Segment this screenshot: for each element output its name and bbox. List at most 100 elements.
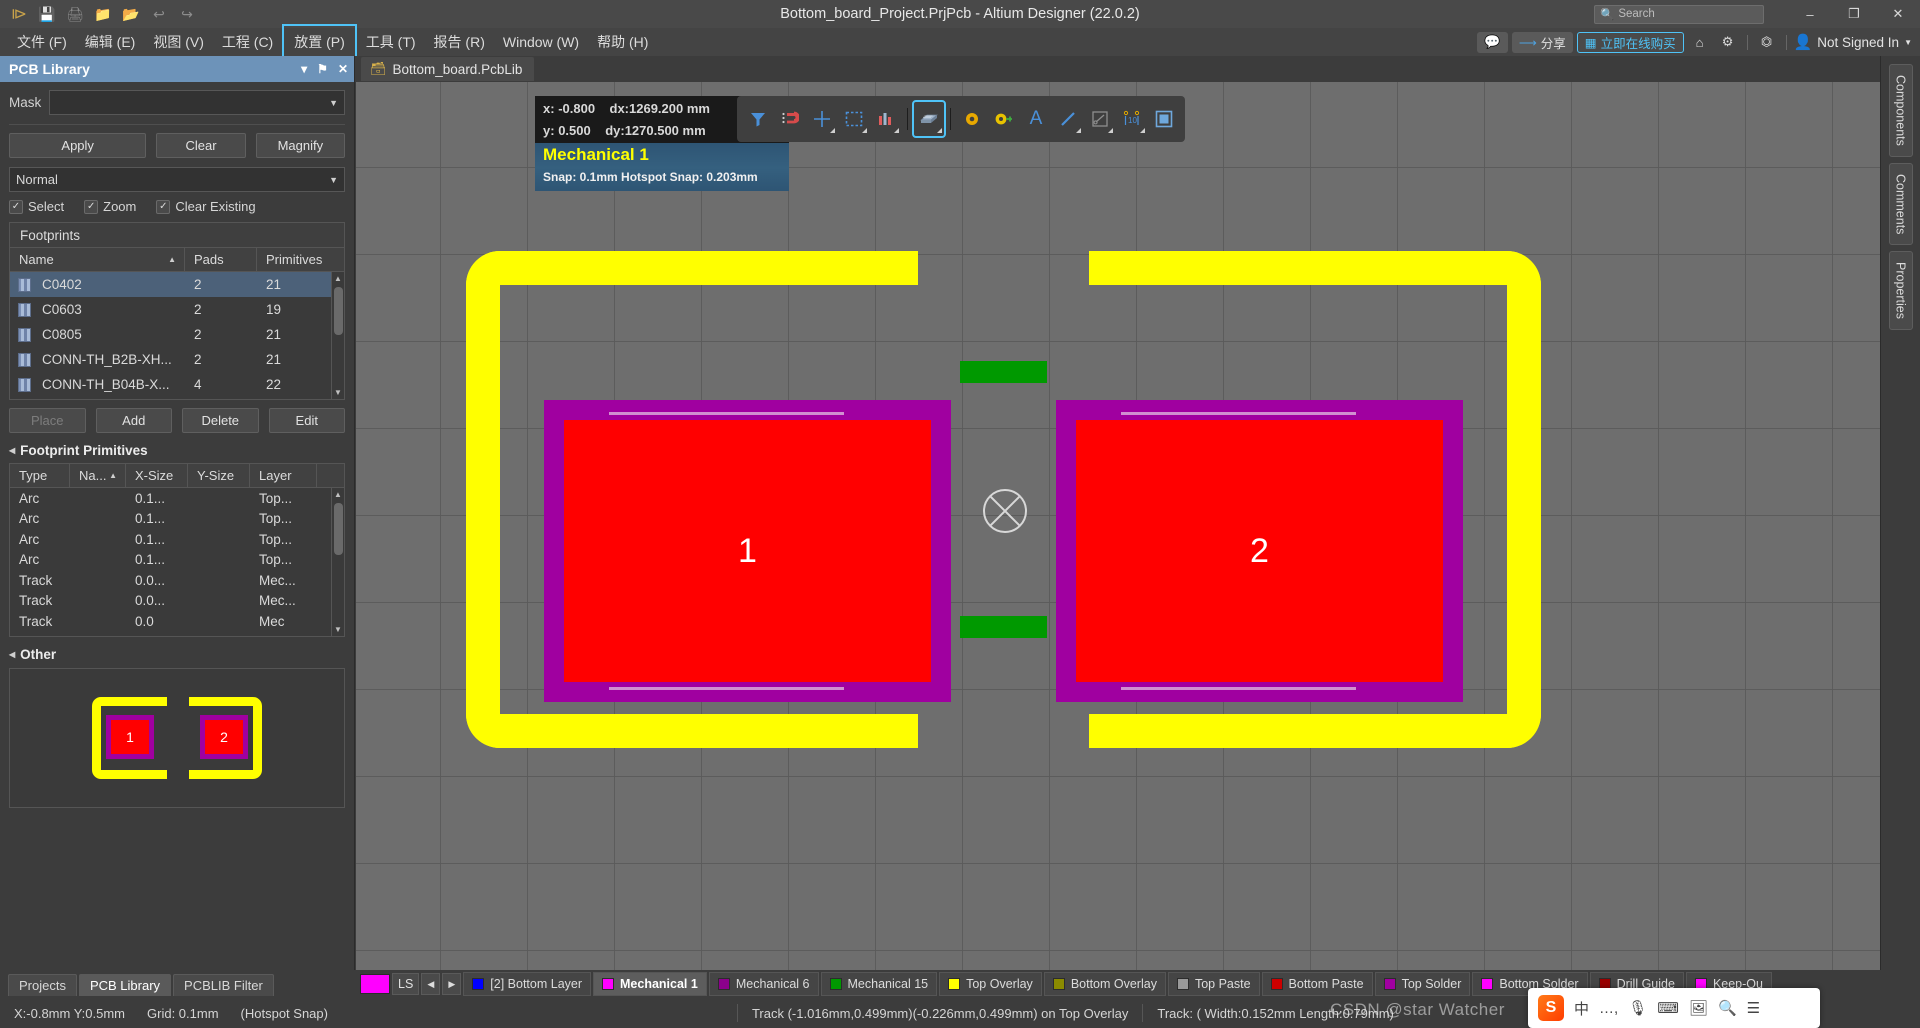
- minimize-button[interactable]: –: [1788, 0, 1832, 28]
- tab-projects[interactable]: Projects: [8, 974, 77, 996]
- col-pname[interactable]: Na... ▲: [70, 464, 126, 487]
- edit-button[interactable]: Edit: [268, 408, 345, 433]
- menu-reports[interactable]: 报告 (R): [425, 28, 494, 56]
- scroll-down-icon[interactable]: ▼: [334, 386, 342, 399]
- layer-set-button[interactable]: LS: [392, 973, 420, 995]
- redo-icon[interactable]: ↪: [174, 3, 200, 25]
- table-row[interactable]: Arc 0.1... Top...: [10, 509, 344, 530]
- filter-icon[interactable]: [743, 102, 773, 136]
- save-all-icon[interactable]: 🖨: [62, 3, 88, 25]
- panel-pin-icon[interactable]: ⚑: [317, 62, 328, 76]
- scroll-thumb[interactable]: [333, 287, 343, 335]
- layer-tab-mechanical-1[interactable]: Mechanical 1: [593, 972, 707, 996]
- pad-1[interactable]: 1: [544, 400, 951, 702]
- panel-close-icon[interactable]: ✕: [338, 62, 348, 76]
- panel-menu-icon[interactable]: ▾: [301, 62, 307, 76]
- pcb-editor-canvas[interactable]: 1 2 x: -0.800 dx:1269.200 mm y: 0.500 dy…: [356, 82, 1880, 970]
- ime-toolbar[interactable]: S 中 …, 🎙 ⌨ 🖼 🔍 ☰: [1528, 988, 1820, 1028]
- dock-tab-properties[interactable]: Properties: [1888, 251, 1913, 331]
- table-row[interactable]: Arc 0.1... Top...: [10, 550, 344, 571]
- altium-logo-icon[interactable]: ⧐: [6, 3, 32, 25]
- footprints-scrollbar[interactable]: ▲ ▼: [331, 272, 344, 399]
- select-region-icon[interactable]: [839, 102, 869, 136]
- mode-select[interactable]: Normal ▼: [9, 167, 345, 192]
- measure-icon[interactable]: [871, 102, 901, 136]
- ime-search-icon[interactable]: 🔍: [1718, 999, 1737, 1017]
- menu-help[interactable]: 帮助 (H): [588, 28, 657, 56]
- menu-place[interactable]: 放置 (P): [282, 24, 357, 60]
- menu-tools[interactable]: 工具 (T): [357, 28, 425, 56]
- search-input[interactable]: 🔍 Search: [1594, 4, 1764, 24]
- dropdown-arrow-icon[interactable]: [1140, 128, 1145, 133]
- ime-skin-icon[interactable]: 🖼: [1689, 999, 1708, 1017]
- magnet-snap-icon[interactable]: [775, 102, 805, 136]
- dropdown-arrow-icon[interactable]: [1108, 128, 1113, 133]
- plug-icon[interactable]: ⏣: [1755, 32, 1779, 53]
- layer-tab-top-solder[interactable]: Top Solder: [1374, 972, 1471, 996]
- table-row[interactable]: CONN-TH_B2B-XH... 2 21: [10, 347, 344, 372]
- close-button[interactable]: ✕: [1876, 0, 1920, 28]
- scroll-up-icon[interactable]: ▲: [334, 272, 342, 285]
- share-button[interactable]: ⟶ 分享: [1511, 31, 1573, 53]
- col-primitives[interactable]: Primitives: [257, 248, 333, 271]
- menu-window[interactable]: Window (W): [494, 30, 588, 54]
- undo-icon[interactable]: ↩: [146, 3, 172, 25]
- open-icon[interactable]: 📁: [90, 3, 116, 25]
- layer-tab-mechanical-6[interactable]: Mechanical 6: [708, 972, 819, 996]
- col-xsize[interactable]: X-Size: [126, 464, 188, 487]
- buy-online-button[interactable]: ▦ 立即在线购买: [1576, 31, 1684, 53]
- scroll-up-icon[interactable]: ▲: [334, 488, 342, 501]
- clear-button[interactable]: Clear: [156, 133, 246, 158]
- dropdown-arrow-icon[interactable]: [1076, 128, 1081, 133]
- menu-project[interactable]: 工程 (C): [213, 28, 282, 56]
- col-name[interactable]: Name ▲: [10, 248, 185, 271]
- zoom-checkbox[interactable]: ✓ Zoom: [84, 199, 136, 214]
- layer-color-chip[interactable]: [360, 974, 390, 994]
- primitives-scrollbar[interactable]: ▲ ▼: [331, 488, 344, 636]
- scroll-down-icon[interactable]: ▼: [334, 623, 342, 636]
- place-button[interactable]: Place: [9, 408, 86, 433]
- table-row[interactable]: CONN-TH_B04B-X... 4 22: [10, 372, 344, 397]
- layer-tab-bottom-paste[interactable]: Bottom Paste: [1261, 972, 1373, 996]
- sogou-logo-icon[interactable]: S: [1538, 995, 1564, 1021]
- place-polygon-icon[interactable]: [1085, 102, 1115, 136]
- apply-button[interactable]: Apply: [9, 133, 147, 158]
- place-fill-icon[interactable]: [1149, 102, 1179, 136]
- comment-button[interactable]: 💬: [1476, 31, 1508, 53]
- layer-tab-mechanical-15[interactable]: Mechanical 15: [820, 972, 938, 996]
- dropdown-arrow-icon[interactable]: [862, 128, 867, 133]
- ime-mode-label[interactable]: 中: [1574, 998, 1589, 1019]
- menu-file[interactable]: 文件 (F): [8, 28, 76, 56]
- table-row[interactable]: Arc 0.1... Top...: [10, 529, 344, 550]
- footprint-primitives-group[interactable]: ◀ Footprint Primitives: [9, 443, 345, 458]
- home-icon[interactable]: ⌂: [1688, 32, 1712, 53]
- col-type[interactable]: Type: [10, 464, 70, 487]
- ime-keyboard-icon[interactable]: ⌨: [1657, 999, 1679, 1017]
- ime-voice-icon[interactable]: 🎙: [1628, 999, 1647, 1017]
- layer-next-button[interactable]: ▶: [442, 973, 462, 995]
- table-row[interactable]: Arc 0.1... Top...: [10, 488, 344, 509]
- pad-2[interactable]: 2: [1056, 400, 1463, 702]
- layer-tab-top-paste[interactable]: Top Paste: [1167, 972, 1260, 996]
- tab-pcb-library[interactable]: PCB Library: [78, 974, 172, 996]
- place-text-icon[interactable]: A: [1021, 102, 1051, 136]
- table-row[interactable]: Track 0.0 Mec: [10, 611, 344, 632]
- maximize-button[interactable]: ❐: [1832, 0, 1876, 28]
- add-button[interactable]: Add: [95, 408, 172, 433]
- mask-input[interactable]: ▼: [49, 90, 345, 115]
- layer-tab-top-overlay[interactable]: Top Overlay: [939, 972, 1042, 996]
- col-ysize[interactable]: Y-Size: [188, 464, 250, 487]
- gear-icon[interactable]: ⚙: [1716, 32, 1740, 53]
- layer-prev-button[interactable]: ◀: [421, 973, 441, 995]
- delete-button[interactable]: Delete: [182, 408, 259, 433]
- layer-tab-bottom-layer[interactable]: [2] Bottom Layer: [463, 972, 592, 996]
- dock-tab-components[interactable]: Components: [1888, 64, 1913, 157]
- save-icon[interactable]: 💾: [34, 3, 60, 25]
- menu-edit[interactable]: 编辑 (E): [76, 28, 145, 56]
- dropdown-arrow-icon[interactable]: [937, 128, 942, 133]
- scroll-thumb[interactable]: [333, 503, 343, 555]
- place-pad-icon[interactable]: [989, 102, 1019, 136]
- dropdown-arrow-icon[interactable]: [894, 128, 899, 133]
- table-row[interactable]: C0805 2 21: [10, 322, 344, 347]
- menu-view[interactable]: 视图 (V): [144, 28, 213, 56]
